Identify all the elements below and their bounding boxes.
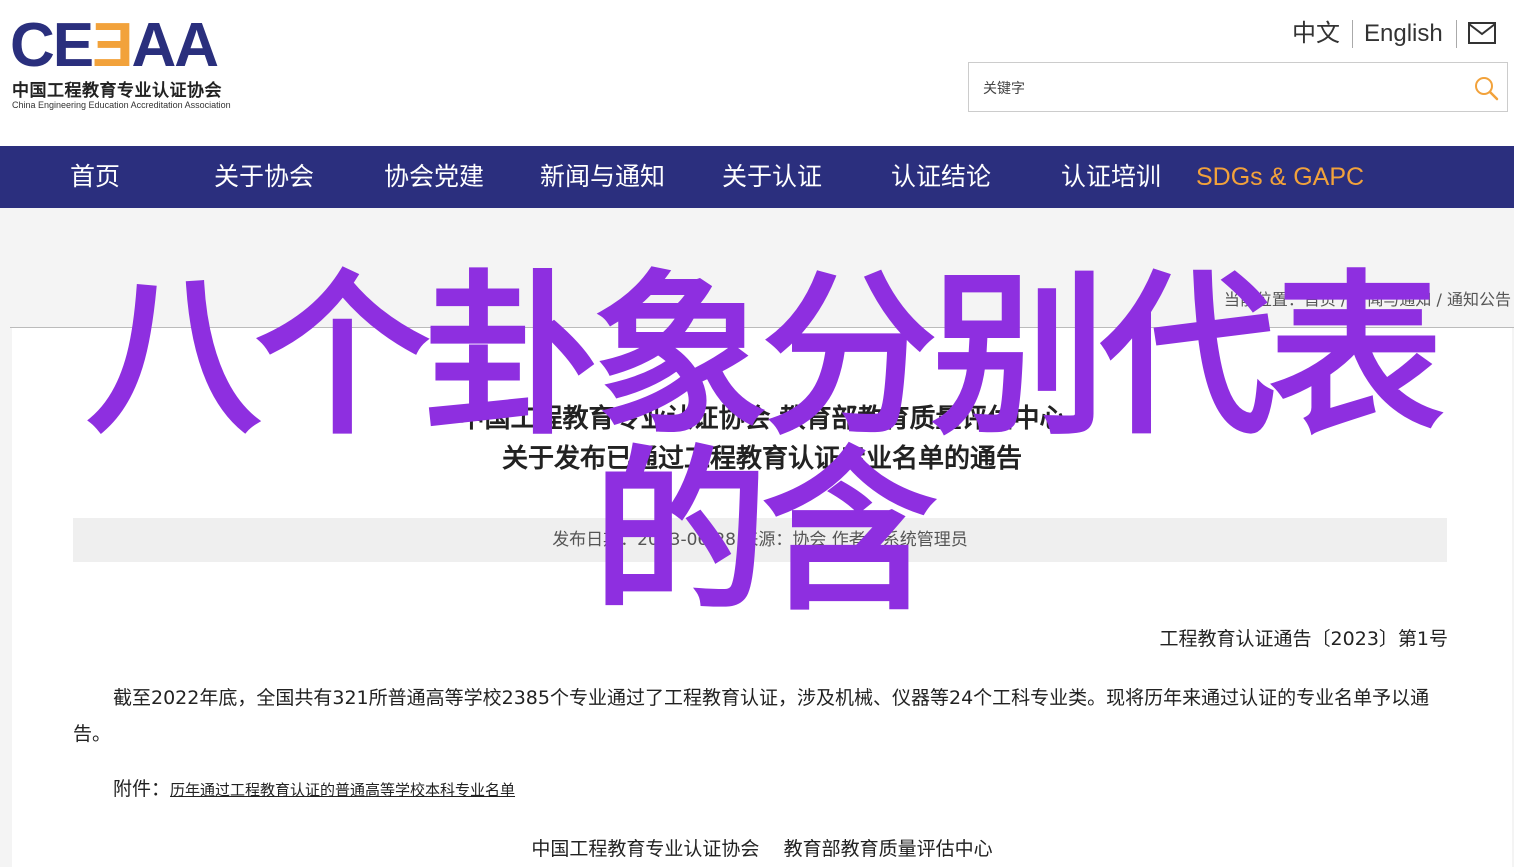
- article-container: 中国工程教育专业认证协会 教育部教育质量评估中心 关于发布已通过工程教育认证专业…: [12, 328, 1512, 867]
- article-paragraph: 截至2022年底，全国共有321所普通高等学校2385个专业通过了工程教育认证，…: [73, 687, 1430, 745]
- article-meta: 发布日期：2023-06-28 来源：协会 作者：系统管理员: [73, 518, 1447, 562]
- breadcrumb: 当前位置：首页 / 新闻与通知 / 通知公告: [1223, 290, 1511, 309]
- nav-item-accreditation[interactable]: 关于认证: [722, 146, 822, 208]
- notice-number: 工程教育认证通告〔2023〕第1号: [1159, 628, 1448, 650]
- nav-item-news[interactable]: 新闻与通知: [540, 146, 665, 208]
- breadcrumb-prefix: 当前位置：: [1223, 290, 1304, 309]
- article-title-line1: 中国工程教育专业认证协会 教育部教育质量评估中心: [458, 404, 1066, 434]
- nav-item-results[interactable]: 认证结论: [891, 146, 991, 208]
- logo-name-cn: 中国工程教育专业认证协会: [12, 81, 222, 101]
- attachment-link[interactable]: 历年通过工程教育认证的普通高等学校本科专业名单: [170, 781, 515, 799]
- search-icon[interactable]: [1473, 75, 1499, 101]
- nav-item-party[interactable]: 协会党建: [384, 146, 484, 208]
- breadcrumb-notices[interactable]: 通知公告: [1447, 290, 1511, 309]
- search-input[interactable]: [981, 75, 1465, 103]
- main-nav: 首页 关于协会 协会党建 新闻与通知 关于认证 认证结论 认证培训 SDGs &…: [0, 146, 1514, 208]
- nav-item-about[interactable]: 关于协会: [214, 146, 314, 208]
- nav-item-home[interactable]: 首页: [70, 146, 120, 208]
- logo-mark: CEƎAA: [10, 11, 219, 80]
- logo-name-en: China Engineering Education Accreditatio…: [12, 100, 231, 110]
- lang-english-link[interactable]: English: [1364, 18, 1443, 50]
- nav-item-sdgs[interactable]: SDGs & GAPC: [1196, 146, 1364, 208]
- site-header: CEƎAA 中国工程教育专业认证协会 China Engineering Edu…: [0, 0, 1514, 146]
- breadcrumb-home[interactable]: 首页: [1304, 290, 1336, 309]
- search-box: [968, 62, 1508, 112]
- mail-icon[interactable]: [1468, 22, 1496, 44]
- nav-item-training[interactable]: 认证培训: [1061, 146, 1161, 208]
- divider: [1352, 20, 1353, 48]
- attachment-label: 附件：: [113, 778, 171, 800]
- attachment: 附件：历年通过工程教育认证的普通高等学校本科专业名单: [113, 774, 515, 801]
- article-title-line2: 关于发布已通过工程教育认证专业名单的通告: [501, 444, 1022, 474]
- article-signature: 中国工程教育专业认证协会 教育部教育质量评估中心: [531, 838, 993, 860]
- lang-chinese-link[interactable]: 中文: [1292, 18, 1340, 50]
- breadcrumb-news[interactable]: 新闻与通知: [1351, 290, 1431, 309]
- divider: [1456, 20, 1457, 48]
- site-logo[interactable]: CEƎAA 中国工程教育专业认证协会 China Engineering Edu…: [10, 14, 270, 114]
